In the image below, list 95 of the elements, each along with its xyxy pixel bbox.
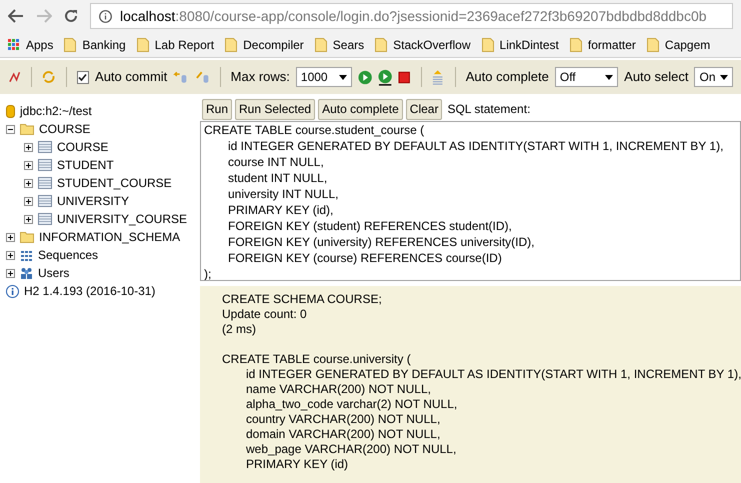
tree-item-label[interactable]: Users <box>38 264 70 282</box>
bookmark[interactable]: formatter <box>570 36 636 54</box>
run-selected-icon[interactable] <box>378 68 392 86</box>
tree-item-label[interactable]: UNIVERSITY_COURSE <box>57 210 188 228</box>
stop-icon[interactable] <box>398 70 411 84</box>
bookmark[interactable]: Decompiler <box>225 36 304 54</box>
code-line: Update count: 0 <box>222 307 308 322</box>
bookmark-label: StackOverflow <box>393 36 471 54</box>
sql-action-button[interactable]: Auto complete <box>318 98 403 120</box>
checkmark-icon <box>78 72 88 82</box>
database-icon <box>6 104 15 118</box>
bookmark[interactable]: LinkDintest <box>482 36 559 54</box>
table-icon <box>38 159 52 171</box>
bookmark[interactable]: Apps <box>8 36 54 54</box>
code-line: university INT NULL, <box>227 186 340 202</box>
run-icon[interactable] <box>358 70 372 84</box>
table-icon <box>38 177 52 189</box>
code-line: FOREIGN KEY (course) REFERENCES course(ID) <box>227 250 503 266</box>
expand-icon[interactable] <box>6 250 15 260</box>
auto-complete-label: Auto complete <box>466 68 549 86</box>
sql-action-button[interactable]: Clear <box>406 98 442 120</box>
expand-icon[interactable] <box>24 160 33 170</box>
bookmark[interactable]: Capgem <box>646 36 710 54</box>
dropdown-caret-icon <box>338 74 347 80</box>
max-rows-label: Max rows: <box>230 68 290 86</box>
code-line: id INTEGER GENERATED BY DEFAULT AS IDENTITY(START WITH 1, INCREMENT BY 1), <box>227 138 724 154</box>
code-line: PRIMARY KEY (id) <box>245 457 350 472</box>
url-text: localhost:8080/course-app/console/login.do?jsessionid=2369acef272f3b69207bdbdbd8ddbc0b <box>120 6 707 26</box>
dropdown-caret-icon <box>605 74 614 80</box>
sql-action-button[interactable]: Run Selected <box>235 98 316 120</box>
collapse-icon[interactable] <box>6 124 15 134</box>
tree-item-label[interactable]: UNIVERSITY <box>57 192 130 210</box>
code-line: country VARCHAR(200) NOT NULL, <box>245 412 442 427</box>
info-icon <box>6 284 19 298</box>
apps-grid-icon <box>8 38 20 50</box>
tree-item-label[interactable]: Sequences <box>38 246 98 264</box>
sql-editor[interactable] <box>200 121 741 281</box>
code-line: CREATE TABLE course.student_course ( <box>204 122 426 138</box>
sql-statement-label: SQL statement: <box>447 101 530 118</box>
bookmark-label: Sears <box>332 36 364 54</box>
tree-item-label[interactable]: H2 1.4.193 (2016-10-31) <box>24 282 156 300</box>
bookmark-label: Banking <box>82 36 126 54</box>
expand-icon[interactable] <box>24 142 33 152</box>
code-line: name VARCHAR(200) NOT NULL, <box>245 382 432 397</box>
bookmark[interactable]: Banking <box>64 36 126 54</box>
code-line: CREATE TABLE course.university ( <box>222 352 412 367</box>
disconnect-icon[interactable] <box>8 70 22 84</box>
sql-action-button[interactable]: Run <box>202 98 232 120</box>
users-icon <box>20 266 33 280</box>
bookmark-label: Decompiler <box>243 36 304 54</box>
tree-item-label[interactable]: jdbc:h2:~/test <box>20 102 92 120</box>
tree-item-label[interactable]: STUDENT_COURSE <box>57 174 172 192</box>
tree-item-label[interactable]: COURSE <box>57 138 108 156</box>
bookmark-label: Lab Report <box>154 36 214 54</box>
bookmark[interactable]: Sears <box>314 36 364 54</box>
info-icon <box>99 10 112 22</box>
code-line: course INT NULL, <box>227 154 325 170</box>
dropdown-caret-icon <box>720 74 728 80</box>
auto-commit-checkbox[interactable] <box>76 70 90 84</box>
grid-dots-icon <box>20 250 33 260</box>
table-icon <box>38 141 52 153</box>
auto-complete-select[interactable]: Off <box>554 67 618 87</box>
auto-select-select[interactable]: On <box>694 67 734 87</box>
code-line: alpha_two_code varchar(2) NOT NULL, <box>245 397 458 412</box>
back-arrow-icon[interactable] <box>8 9 24 23</box>
bookmark[interactable]: StackOverflow <box>375 36 471 54</box>
expand-icon[interactable] <box>24 214 33 224</box>
bookmark-label: formatter <box>588 36 636 54</box>
code-line: FOREIGN KEY (university) REFERENCES university(ID), <box>227 234 536 250</box>
code-line: web_page VARCHAR(200) NOT NULL, <box>245 442 458 457</box>
auto-commit-label: Auto commit <box>95 68 168 86</box>
table-icon <box>38 195 52 207</box>
expand-icon[interactable] <box>24 196 33 206</box>
expand-icon[interactable] <box>6 232 15 242</box>
max-rows-select[interactable]: 1000 <box>296 67 352 87</box>
code-line: domain VARCHAR(200) NOT NULL, <box>245 427 442 442</box>
auto-select-label: Auto select <box>624 68 688 86</box>
bookmark[interactable]: Lab Report <box>136 36 214 54</box>
expand-icon[interactable] <box>24 178 33 188</box>
code-line: PRIMARY KEY (id), <box>227 202 334 218</box>
expand-icon[interactable] <box>6 268 15 278</box>
code-line: (2 ms) <box>222 322 257 337</box>
bookmark-label: Capgem <box>664 36 710 54</box>
tree-item-label[interactable]: COURSE <box>39 120 90 138</box>
code-line: student INT NULL, <box>227 170 328 186</box>
tree-item-label[interactable]: INFORMATION_SCHEMA <box>39 228 180 246</box>
code-line: FOREIGN KEY (student) REFERENCES student(ID), <box>227 218 513 234</box>
code-line: id INTEGER GENERATED BY DEFAULT AS IDENTITY(START WITH 1, INCREMENT BY 1), <box>245 367 741 382</box>
bookmark-label: LinkDintest <box>500 36 559 54</box>
tree-item-label[interactable]: STUDENT <box>57 156 114 174</box>
reload-icon[interactable] <box>64 9 78 23</box>
address-bar[interactable]: localhost:8080/course-app/console/login.do?jsessionid=2369acef272f3b69207bdbdbd8ddbc0b <box>90 3 733 29</box>
code-line: CREATE SCHEMA COURSE; <box>222 292 383 307</box>
table-icon <box>38 213 52 225</box>
bookmark-label: Apps <box>26 36 54 54</box>
